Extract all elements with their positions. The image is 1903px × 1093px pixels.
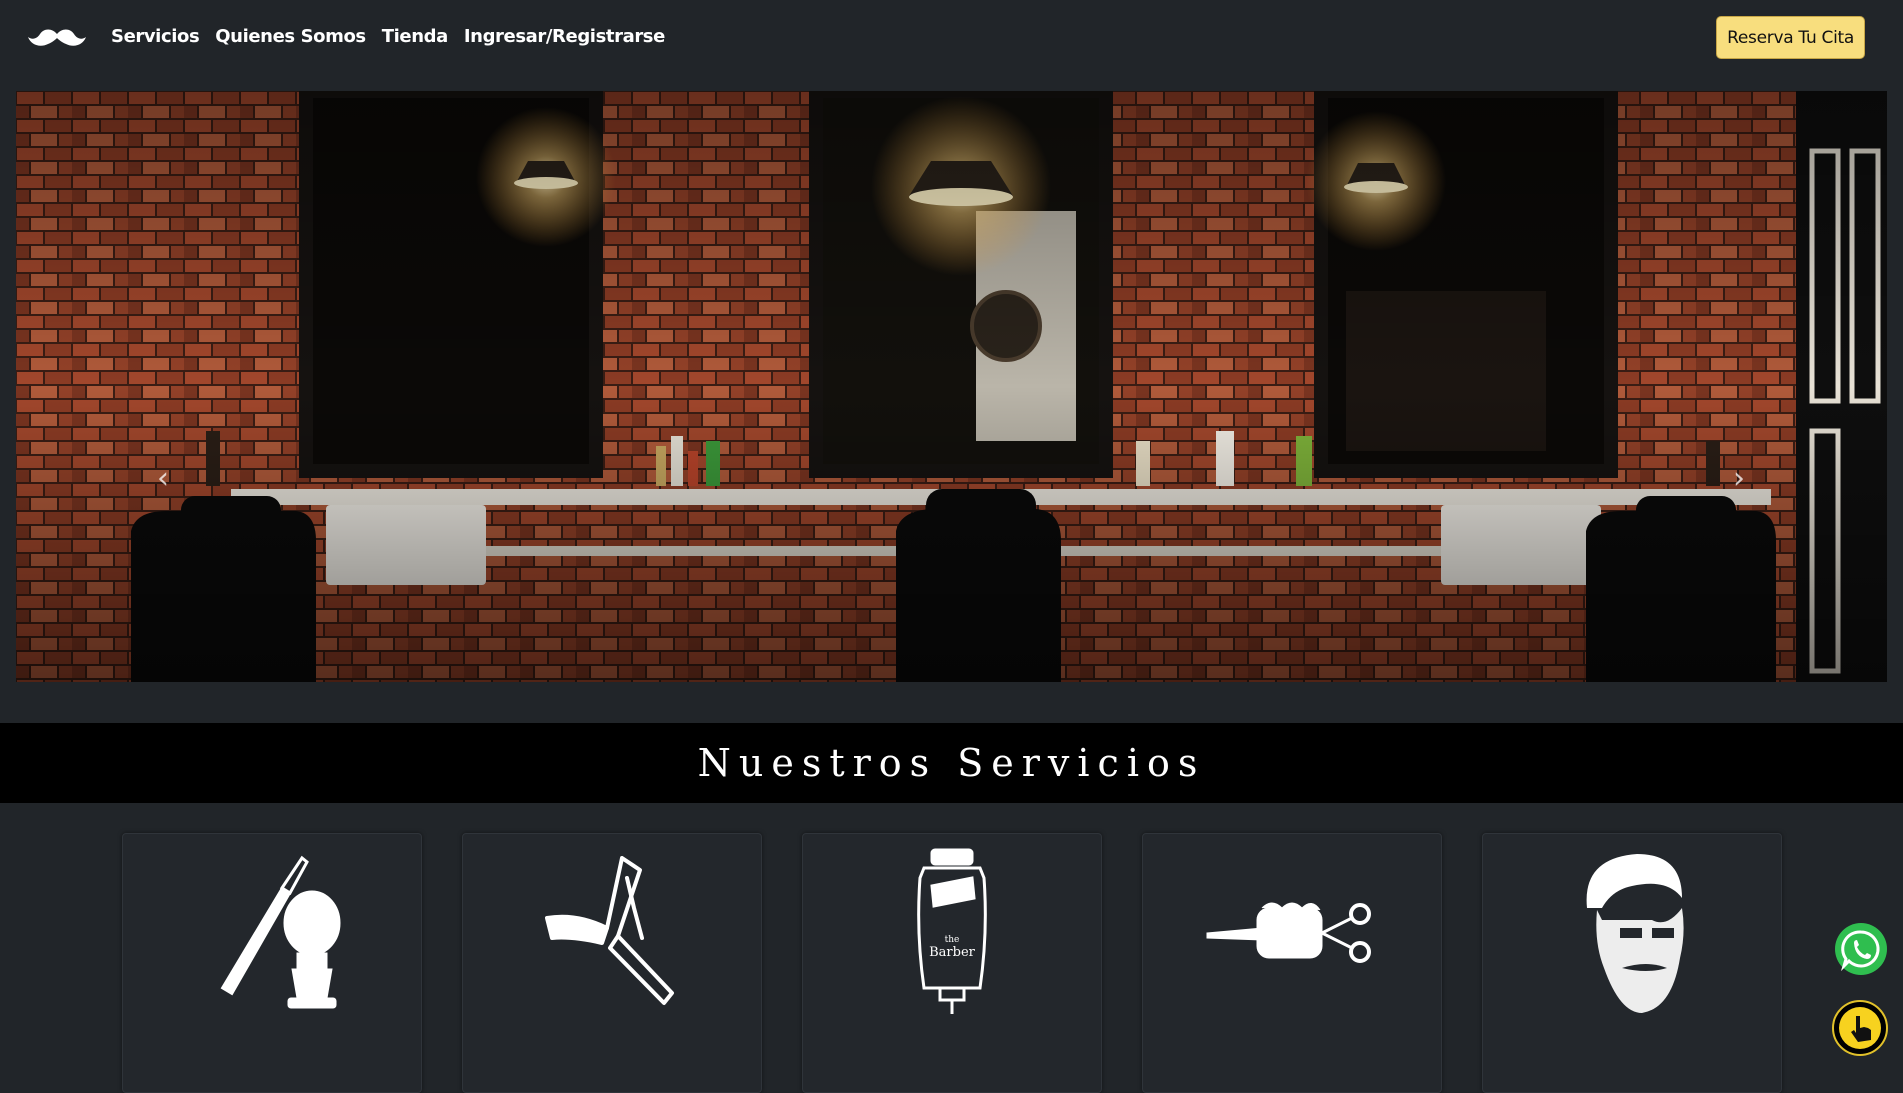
- services-title-band: Nuestros Servicios: [0, 723, 1903, 803]
- mustache-icon[interactable]: [28, 26, 86, 50]
- navbar: Servicios Quienes Somos Tienda Ingresar/…: [0, 0, 1903, 76]
- nav-links: Servicios Quienes Somos Tienda Ingresar/…: [111, 24, 665, 50]
- nav-link-quienes-somos[interactable]: Quienes Somos: [215, 24, 366, 50]
- chevron-right-icon[interactable]: ›: [1724, 461, 1754, 497]
- chevron-left-icon[interactable]: ‹: [148, 461, 178, 497]
- bearded-man-icon: [1586, 854, 1684, 1013]
- razor-and-brush-icon: [220, 855, 341, 1009]
- service-cards: the Barber: [122, 833, 1782, 1093]
- svg-text:Barber: Barber: [929, 945, 976, 960]
- nav-link-ingresar-registrarse[interactable]: Ingresar/Registrarse: [464, 24, 665, 50]
- whatsapp-icon: [1840, 930, 1880, 972]
- whatsapp-button[interactable]: [1835, 923, 1887, 975]
- pointer-hand-icon: [1839, 1007, 1881, 1049]
- reserve-appointment-button[interactable]: Reserva Tu Cita: [1716, 16, 1865, 59]
- fist-scissors-comb-icon: [1206, 902, 1371, 963]
- service-card-clipper[interactable]: the Barber: [802, 833, 1102, 1093]
- svg-text:the: the: [945, 935, 960, 945]
- pointer-hand-button[interactable]: [1832, 1000, 1888, 1056]
- section-title: Nuestros Servicios: [697, 741, 1206, 785]
- service-card-shave[interactable]: [122, 833, 422, 1093]
- hero-carousel: ‹ ›: [16, 91, 1887, 682]
- service-card-haircut[interactable]: [1142, 833, 1442, 1093]
- hair-clipper-icon: the Barber: [917, 848, 987, 1014]
- nav-link-tienda[interactable]: Tienda: [382, 24, 449, 50]
- service-card-straight-razor[interactable]: [462, 833, 762, 1093]
- nav-link-servicios[interactable]: Servicios: [111, 24, 200, 50]
- service-card-beard[interactable]: [1482, 833, 1782, 1093]
- barbershop-interior-photo: [16, 91, 1887, 682]
- straight-razor-icon: [545, 856, 674, 1005]
